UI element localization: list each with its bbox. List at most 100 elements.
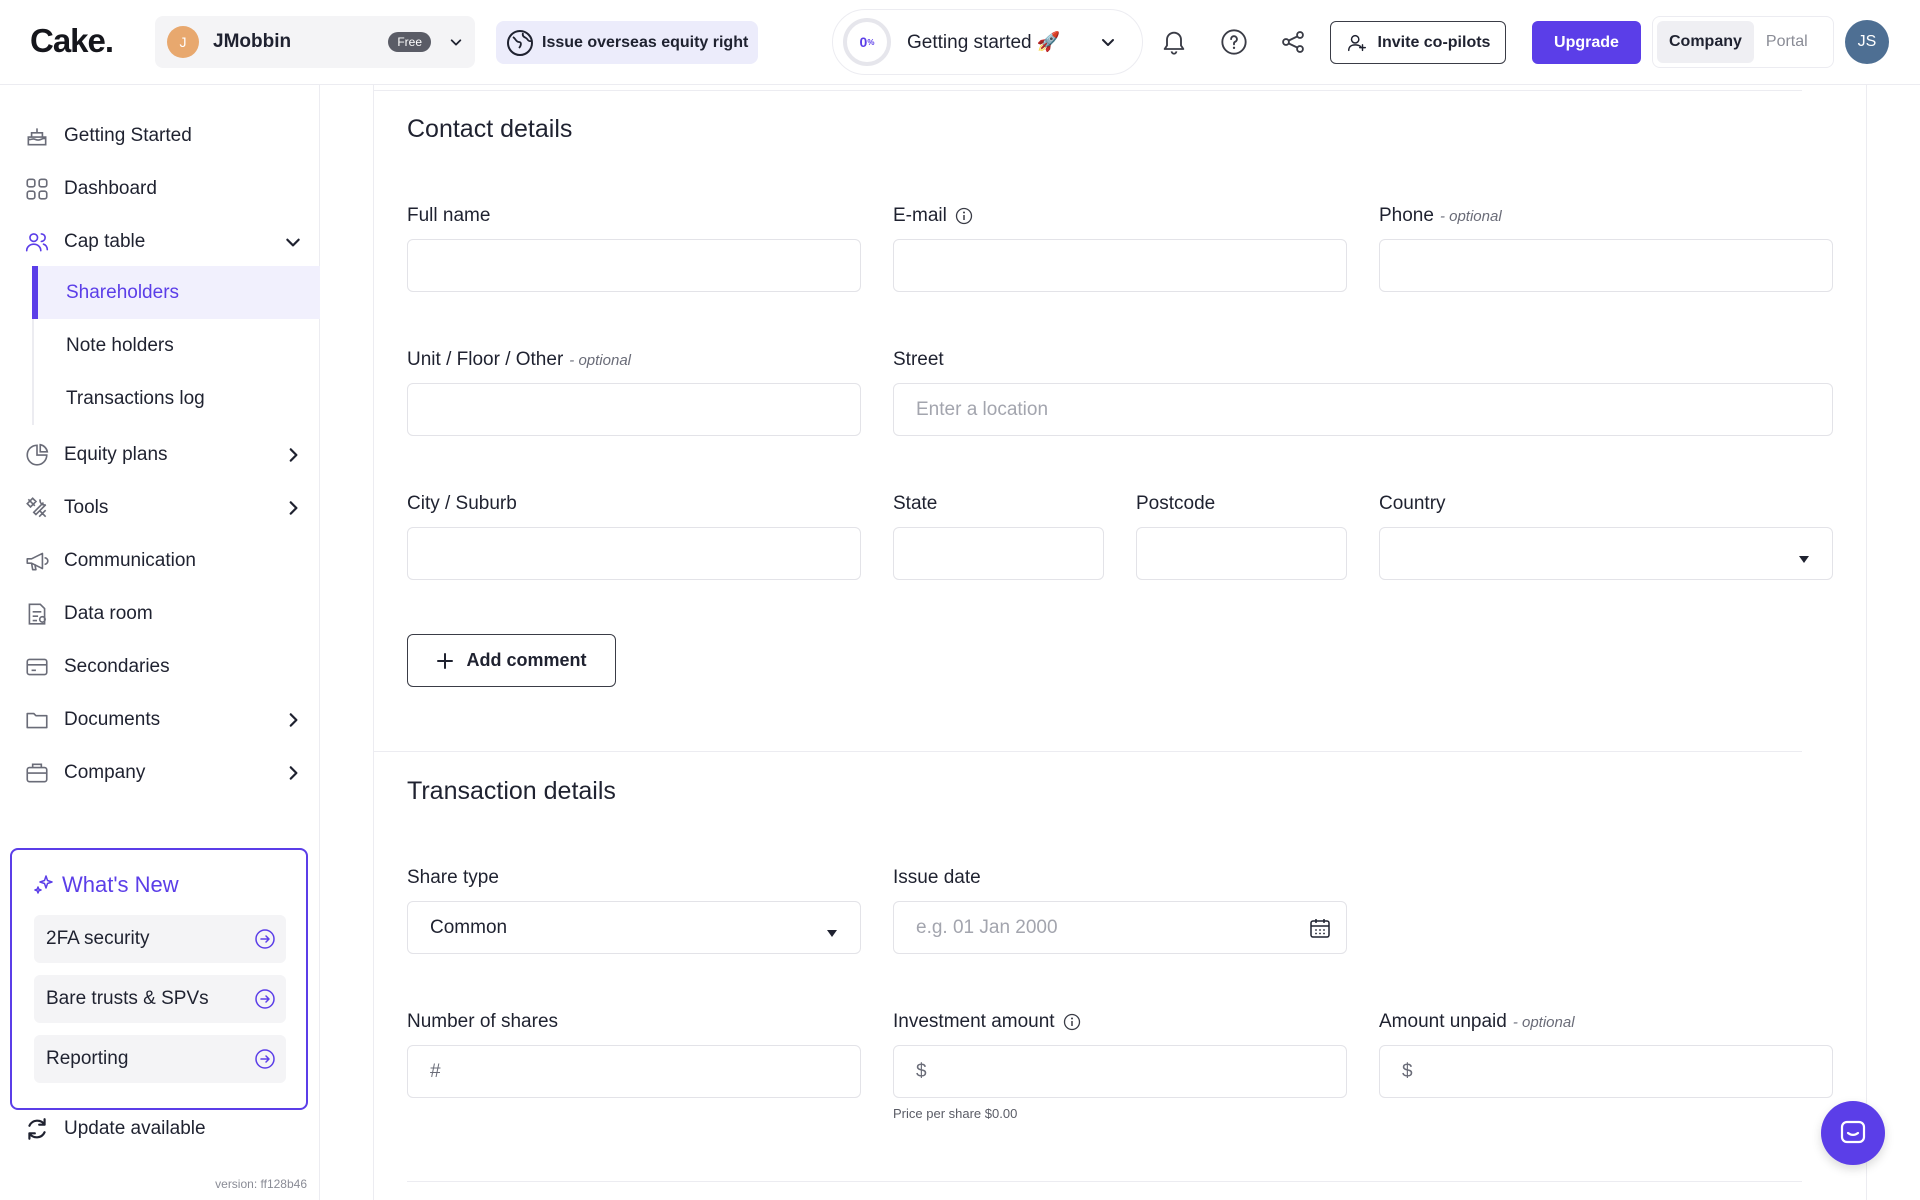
sidebar-item-label: Tools	[64, 496, 109, 518]
sidebar-item-data-room[interactable]: Data room	[0, 587, 320, 640]
sidebar-item-equity-plans[interactable]: Equity plans	[0, 428, 320, 481]
label-text: Full name	[407, 205, 491, 226]
chevron-right-icon	[284, 764, 302, 782]
label-text: Street	[893, 349, 944, 370]
folder-icon	[24, 707, 50, 733]
optional-tag: - optional	[569, 351, 631, 369]
sidebar-item-dashboard[interactable]: Dashboard	[0, 162, 320, 215]
label-text: City / Suburb	[407, 493, 517, 514]
full-name-input[interactable]	[407, 239, 861, 292]
label-text: Investment amount	[893, 1011, 1055, 1032]
share-icon[interactable]	[1279, 28, 1307, 56]
info-icon[interactable]	[1063, 1013, 1081, 1031]
bell-icon[interactable]	[1160, 28, 1188, 56]
share-type-label: Share type	[407, 867, 499, 889]
caret-down-icon	[1798, 549, 1810, 563]
sparkle-icon	[32, 873, 56, 897]
chevron-right-icon	[284, 446, 302, 464]
getting-started-label: Getting started 🚀	[907, 32, 1061, 53]
share-type-select[interactable]: Common	[407, 901, 861, 954]
invite-copilots-button[interactable]: Invite co-pilots	[1330, 21, 1506, 64]
chat-icon	[1840, 1120, 1866, 1144]
country-label: Country	[1379, 493, 1446, 515]
sidebar-item-label: Data room	[64, 602, 153, 624]
whats-new-item-label: Bare trusts & SPVs	[46, 988, 209, 1009]
sidebar-item-label: Getting Started	[64, 124, 192, 146]
add-comment-button[interactable]: Add comment	[407, 634, 616, 687]
company-portal-toggle: Company Portal	[1652, 16, 1834, 68]
sidebar-item-communication[interactable]: Communication	[0, 534, 320, 587]
whats-new-item[interactable]: Bare trusts & SPVs	[34, 975, 286, 1023]
caret-down-icon	[826, 923, 838, 937]
data-room-icon	[24, 601, 50, 627]
postcode-label: Postcode	[1136, 493, 1215, 515]
price-per-share-hint: Price per share $0.00	[893, 1106, 1018, 1121]
state-input[interactable]	[893, 527, 1104, 580]
help-icon[interactable]	[1220, 28, 1248, 56]
unit-label: Unit / Floor / Other - optional	[407, 349, 631, 371]
investment-label: Investment amount	[893, 1011, 1081, 1033]
transaction-details-title: Transaction details	[407, 777, 616, 805]
sidebar-item-transactions-log[interactable]: Transactions log	[32, 372, 320, 425]
divider	[407, 1181, 1802, 1182]
chevron-down-icon	[1100, 34, 1116, 50]
globe-icon	[506, 29, 534, 57]
street-input[interactable]: Enter a location	[893, 383, 1833, 436]
whats-new-item[interactable]: 2FA security	[34, 915, 286, 963]
city-input[interactable]	[407, 527, 861, 580]
update-available-button[interactable]: Update available	[24, 1116, 206, 1142]
phone-input[interactable]	[1379, 239, 1833, 292]
main-content: Contact details Full name E-mail Phone -…	[373, 85, 1867, 1200]
label-text: Postcode	[1136, 493, 1216, 514]
info-icon[interactable]	[955, 207, 973, 225]
optional-tag: - optional	[1439, 207, 1502, 225]
org-switcher[interactable]: J JMobbin Free	[155, 16, 475, 68]
sidebar-item-label: Cap table	[64, 230, 146, 252]
app-logo[interactable]: Cake.	[30, 22, 114, 60]
whats-new-item[interactable]: Reporting	[34, 1035, 286, 1083]
postcode-input[interactable]	[1136, 527, 1347, 580]
shares-input[interactable]: #	[407, 1045, 861, 1098]
briefcase-icon	[24, 760, 50, 786]
sidebar-item-company[interactable]: Company	[0, 746, 320, 799]
invite-label: Invite co-pilots	[1377, 33, 1491, 51]
user-avatar[interactable]: JS	[1845, 20, 1889, 64]
phone-label: Phone - optional	[1379, 205, 1502, 227]
state-label: State	[893, 493, 937, 515]
shares-label: Number of shares	[407, 1011, 558, 1033]
sidebar-item-secondaries[interactable]: Secondaries	[0, 640, 320, 693]
top-bar: Cake. J JMobbin Free Issue overseas equi…	[0, 0, 1920, 85]
sidebar-item-label: Documents	[64, 708, 161, 730]
issue-overseas-equity-button[interactable]: Issue overseas equity right	[496, 21, 759, 64]
sidebar-item-note-holders[interactable]: Note holders	[32, 319, 320, 372]
add-user-icon	[1346, 32, 1368, 54]
sidebar-item-label: Communication	[64, 549, 196, 571]
segment-portal[interactable]: Portal	[1754, 21, 1820, 63]
issue-overseas-label: Issue overseas equity right	[542, 33, 749, 51]
sidebar-item-tools[interactable]: Tools	[0, 481, 320, 534]
chevron-right-icon	[284, 499, 302, 517]
email-input[interactable]	[893, 239, 1347, 292]
investment-input[interactable]: $	[893, 1045, 1347, 1098]
sidebar-item-label: Equity plans	[64, 443, 168, 465]
amount-unpaid-prefix: $	[1402, 1060, 1413, 1082]
unit-input[interactable]	[407, 383, 861, 436]
upgrade-button[interactable]: Upgrade	[1532, 21, 1641, 64]
sidebar-item-documents[interactable]: Documents	[0, 693, 320, 746]
sidebar-item-cap-table[interactable]: Cap table	[0, 215, 320, 268]
getting-started-dropdown[interactable]: 0% Getting started 🚀	[832, 9, 1143, 75]
issue-date-input[interactable]: e.g. 01 Jan 2000	[893, 901, 1347, 954]
country-select[interactable]	[1379, 527, 1833, 580]
chat-support-button[interactable]	[1821, 1101, 1885, 1165]
add-comment-label: Add comment	[466, 650, 587, 670]
amount-unpaid-input[interactable]: $	[1379, 1045, 1833, 1098]
whats-new-item-label: Reporting	[46, 1048, 129, 1069]
arrow-right-circle-icon	[254, 928, 276, 950]
sidebar-item-getting-started[interactable]: Getting Started	[0, 109, 320, 162]
segment-company[interactable]: Company	[1657, 21, 1754, 63]
label-text: State	[893, 493, 938, 514]
sidebar-item-shareholders[interactable]: Shareholders	[32, 266, 320, 319]
update-label: Update available	[64, 1118, 206, 1139]
calendar-icon[interactable]	[1308, 916, 1332, 940]
progress-ring: 0%	[843, 18, 891, 66]
